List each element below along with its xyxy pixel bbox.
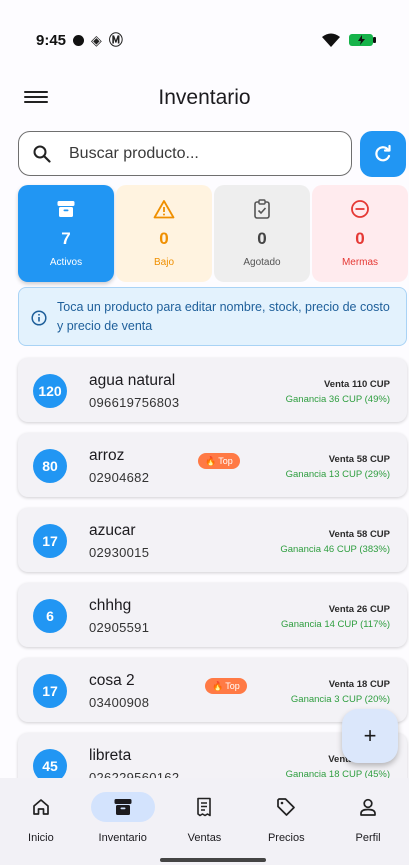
- nav-inicio[interactable]: Inicio: [0, 778, 82, 865]
- stock-badge: 17: [33, 674, 67, 708]
- nav-inventario[interactable]: Inventario: [82, 778, 164, 865]
- list-item[interactable]: 17 azucar 02930015 Venta 58 CUP Ganancia…: [18, 508, 407, 572]
- tag-icon: [254, 792, 318, 822]
- fire-icon: 🔥: [212, 680, 224, 691]
- stock-badge: 17: [33, 524, 67, 558]
- stats-row: 7 Activos 0 Bajo 0 Agotado 0 Mermas: [18, 185, 409, 282]
- product-venta: Venta 110 CUP: [323, 379, 390, 390]
- app-screen: 9:45 ◈ Ⓜ Inventario Buscar producto... 7…: [0, 0, 409, 865]
- stat-label: Bajo: [153, 257, 174, 268]
- product-name: azucar: [89, 522, 136, 539]
- nav-ventas[interactable]: Ventas: [164, 778, 246, 865]
- fire-icon: 🔥: [205, 455, 217, 466]
- stat-value: 0: [159, 229, 169, 248]
- stock-badge: 120: [33, 374, 67, 408]
- status-dot-icon: [73, 34, 85, 46]
- product-venta: Venta 58 CUP: [328, 454, 390, 465]
- product-name: arroz: [89, 447, 125, 464]
- product-ganancia: Ganancia 36 CUP (49%): [285, 394, 390, 405]
- product-code: 02905591: [89, 620, 150, 635]
- list-item[interactable]: 120 agua natural 096619756803 Venta 110 …: [18, 358, 407, 422]
- top-badge: 🔥 Top: [205, 678, 247, 694]
- top-badge-label: Top: [218, 456, 233, 466]
- add-product-button[interactable]: +: [342, 709, 398, 763]
- sync-icon: ◈: [91, 31, 102, 48]
- nav-label: Ventas: [187, 832, 222, 844]
- receipt-icon: [172, 792, 236, 822]
- home-icon: [9, 792, 73, 822]
- list-item[interactable]: 6 chhhg 02905591 Venta 26 CUP Ganancia 1…: [18, 583, 407, 647]
- stat-label: Mermas: [341, 257, 379, 268]
- nav-label: Perfil: [355, 832, 381, 844]
- refresh-icon: [375, 144, 391, 162]
- app-bar: Inventario: [0, 78, 409, 118]
- status-right: [321, 33, 379, 48]
- info-text: Toca un producto para editar nombre, sto…: [57, 300, 390, 333]
- product-venta: Venta 18 CUP: [328, 679, 390, 690]
- product-ganancia: Ganancia 14 CUP (117%): [281, 619, 390, 630]
- product-name: agua natural: [89, 372, 176, 389]
- nav-label: Inventario: [98, 832, 147, 844]
- plus-icon: +: [363, 723, 377, 748]
- search-input[interactable]: [69, 144, 309, 163]
- clipboard-check-icon: [253, 197, 271, 221]
- stat-value: 7: [61, 229, 71, 248]
- page-title: Inventario: [158, 86, 251, 109]
- product-name: chhhg: [89, 597, 132, 614]
- status-time: 9:45: [36, 31, 67, 49]
- list-item[interactable]: 80 arroz 02904682 🔥 Top Venta 58 CUP Gan…: [18, 433, 407, 497]
- stat-label: Agotado: [243, 257, 281, 268]
- refresh-button[interactable]: [360, 131, 406, 177]
- wifi-icon: [322, 33, 340, 47]
- stock-badge: 6: [33, 599, 67, 633]
- search-box[interactable]: [18, 131, 352, 176]
- stat-value: 0: [257, 229, 267, 248]
- product-code: 02904682: [89, 470, 150, 485]
- stat-bajo[interactable]: 0 Bajo: [116, 185, 212, 282]
- nav-precios[interactable]: Precios: [245, 778, 327, 865]
- bottom-nav: Inicio Inventario Ventas Precios Perfil: [0, 778, 409, 865]
- product-name: cosa 2: [89, 672, 135, 689]
- archive-icon: [90, 792, 155, 822]
- product-code: 096619756803: [89, 395, 180, 410]
- product-venta: Venta 58 CUP: [328, 529, 390, 540]
- stock-badge: 80: [33, 449, 67, 483]
- notification-icon: Ⓜ: [108, 32, 123, 48]
- archive-icon: [56, 197, 76, 221]
- product-code: 02930015: [89, 545, 150, 560]
- nav-label: Precios: [267, 832, 305, 844]
- status-bar: 9:45 ◈ Ⓜ: [36, 26, 379, 54]
- product-code: 03400908: [89, 695, 150, 710]
- product-ganancia: Ganancia 3 CUP (20%): [290, 694, 390, 705]
- stat-mermas[interactable]: 0 Mermas: [312, 185, 408, 282]
- info-icon: [31, 310, 47, 331]
- stat-agotado[interactable]: 0 Agotado: [214, 185, 310, 282]
- top-badge: 🔥 Top: [198, 453, 240, 469]
- search-icon: [33, 145, 51, 163]
- product-ganancia: Ganancia 46 CUP (383%): [280, 544, 390, 555]
- home-indicator: [160, 858, 266, 862]
- minus-circle-icon: [350, 197, 370, 221]
- battery-icon: [349, 34, 376, 46]
- top-badge-label: Top: [225, 681, 240, 691]
- status-left: 9:45 ◈ Ⓜ: [36, 30, 123, 50]
- stat-value: 0: [355, 229, 365, 248]
- nav-perfil[interactable]: Perfil: [327, 778, 409, 865]
- stat-activos[interactable]: 7 Activos: [18, 185, 114, 282]
- warning-icon: [153, 197, 175, 221]
- product-ganancia: Ganancia 13 CUP (29%): [285, 469, 390, 480]
- info-banner: Toca un producto para editar nombre, sto…: [18, 287, 407, 346]
- person-icon: [336, 792, 400, 822]
- product-name: libreta: [89, 747, 132, 764]
- product-venta: Venta 26 CUP: [328, 604, 390, 615]
- nav-label: Inicio: [28, 832, 54, 844]
- stat-label: Activos: [49, 257, 83, 268]
